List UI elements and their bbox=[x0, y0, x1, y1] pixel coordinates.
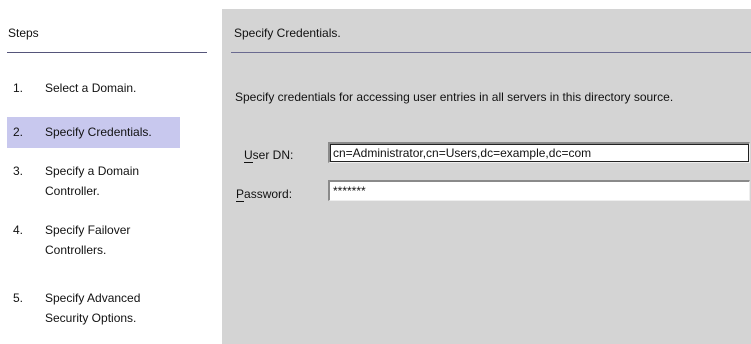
user-dn-mnemonic: U bbox=[244, 148, 253, 163]
password-field[interactable] bbox=[328, 180, 750, 201]
step-label-line2: Security Options. bbox=[45, 311, 137, 325]
step-label-line1: Specify Advanced bbox=[45, 291, 141, 305]
step-number: 1. bbox=[13, 81, 24, 95]
content-panel: Specify Credentials. Specify credentials… bbox=[222, 9, 751, 344]
step-specify-advanced-security[interactable]: 5. Specify Advanced Security Options. bbox=[7, 288, 180, 328]
user-dn-input[interactable] bbox=[328, 142, 750, 163]
user-dn-label-text: ser DN: bbox=[252, 148, 294, 162]
step-label: Select a Domain. bbox=[45, 81, 137, 95]
step-number: 5. bbox=[13, 291, 24, 305]
step-number: 2. bbox=[13, 125, 24, 139]
steps-panel: Steps 1. Select a Domain. 2. Specify Cre… bbox=[0, 0, 218, 344]
steps-title: Steps bbox=[8, 26, 39, 40]
description-text: Specify credentials for accessing user e… bbox=[235, 90, 674, 104]
password-label: Password: bbox=[236, 187, 293, 202]
user-dn-label: User DN: bbox=[244, 148, 294, 163]
step-label-line2: Controllers. bbox=[45, 243, 107, 257]
page-title: Specify Credentials. bbox=[234, 26, 341, 40]
steps-divider bbox=[7, 52, 207, 53]
step-label-line2: Controller. bbox=[45, 184, 100, 198]
step-label: Specify Credentials. bbox=[45, 125, 152, 139]
step-label-line1: Specify Failover bbox=[45, 223, 131, 237]
step-specify-credentials[interactable]: 2. Specify Credentials. bbox=[7, 117, 180, 148]
password-label-text: assword: bbox=[244, 187, 293, 201]
title-divider bbox=[231, 52, 751, 53]
step-number: 3. bbox=[13, 164, 24, 178]
password-mnemonic: P bbox=[236, 187, 245, 202]
step-specify-failover-controllers[interactable]: 4. Specify Failover Controllers. bbox=[7, 220, 180, 260]
step-specify-domain-controller[interactable]: 3. Specify a Domain Controller. bbox=[7, 161, 180, 201]
step-label-line1: Specify a Domain bbox=[45, 164, 140, 178]
step-number: 4. bbox=[13, 223, 24, 237]
step-select-domain[interactable]: 1. Select a Domain. bbox=[7, 78, 180, 98]
